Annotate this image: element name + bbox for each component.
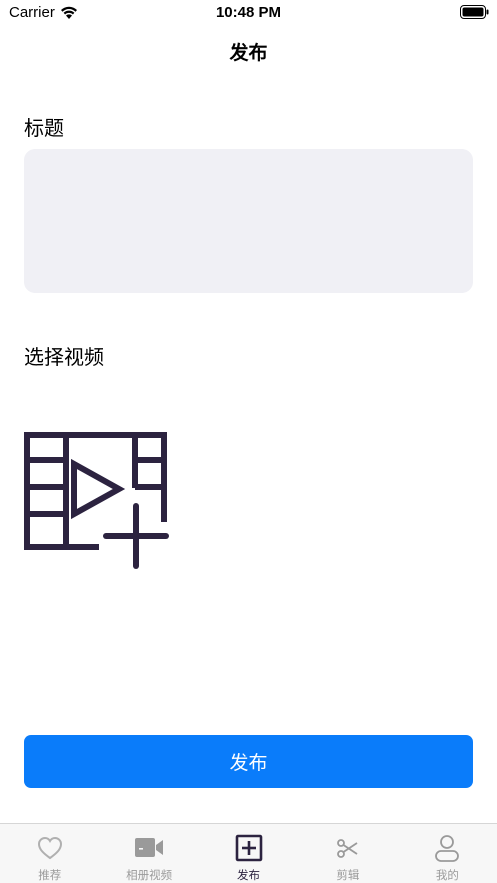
tab-label: 发布 (237, 868, 261, 882)
heart-icon (37, 836, 62, 860)
tab-bar: 推荐 相册视频 发布 剪辑 我的 (0, 823, 497, 883)
status-bar: Carrier 10:48 PM (0, 0, 497, 26)
tab-album-videos[interactable]: 相册视频 (99, 824, 198, 883)
select-video-label: 选择视频 (24, 345, 104, 369)
tab-label: 推荐 (38, 868, 62, 882)
tab-recommend[interactable]: 推荐 (0, 824, 99, 883)
tab-publish[interactable]: 发布 (199, 824, 298, 883)
tab-label: 相册视频 (126, 868, 173, 882)
video-add-icon (24, 432, 169, 569)
tab-mine[interactable]: 我的 (398, 824, 497, 883)
scissors-icon (337, 839, 358, 858)
publish-button[interactable]: 发布 (24, 735, 473, 788)
video-camera-icon (135, 838, 164, 857)
battery-icon (460, 5, 489, 19)
title-field-label: 标题 (24, 116, 64, 140)
plus-square-icon (235, 834, 262, 862)
tab-edit[interactable]: 剪辑 (298, 824, 397, 883)
title-input[interactable] (24, 149, 473, 293)
person-icon (435, 835, 460, 862)
select-video-button[interactable] (22, 430, 172, 570)
clock: 10:48 PM (215, 4, 282, 21)
page-title: 发布 (229, 42, 268, 64)
tab-label: 我的 (435, 868, 459, 882)
tab-label: 剪辑 (336, 868, 360, 882)
